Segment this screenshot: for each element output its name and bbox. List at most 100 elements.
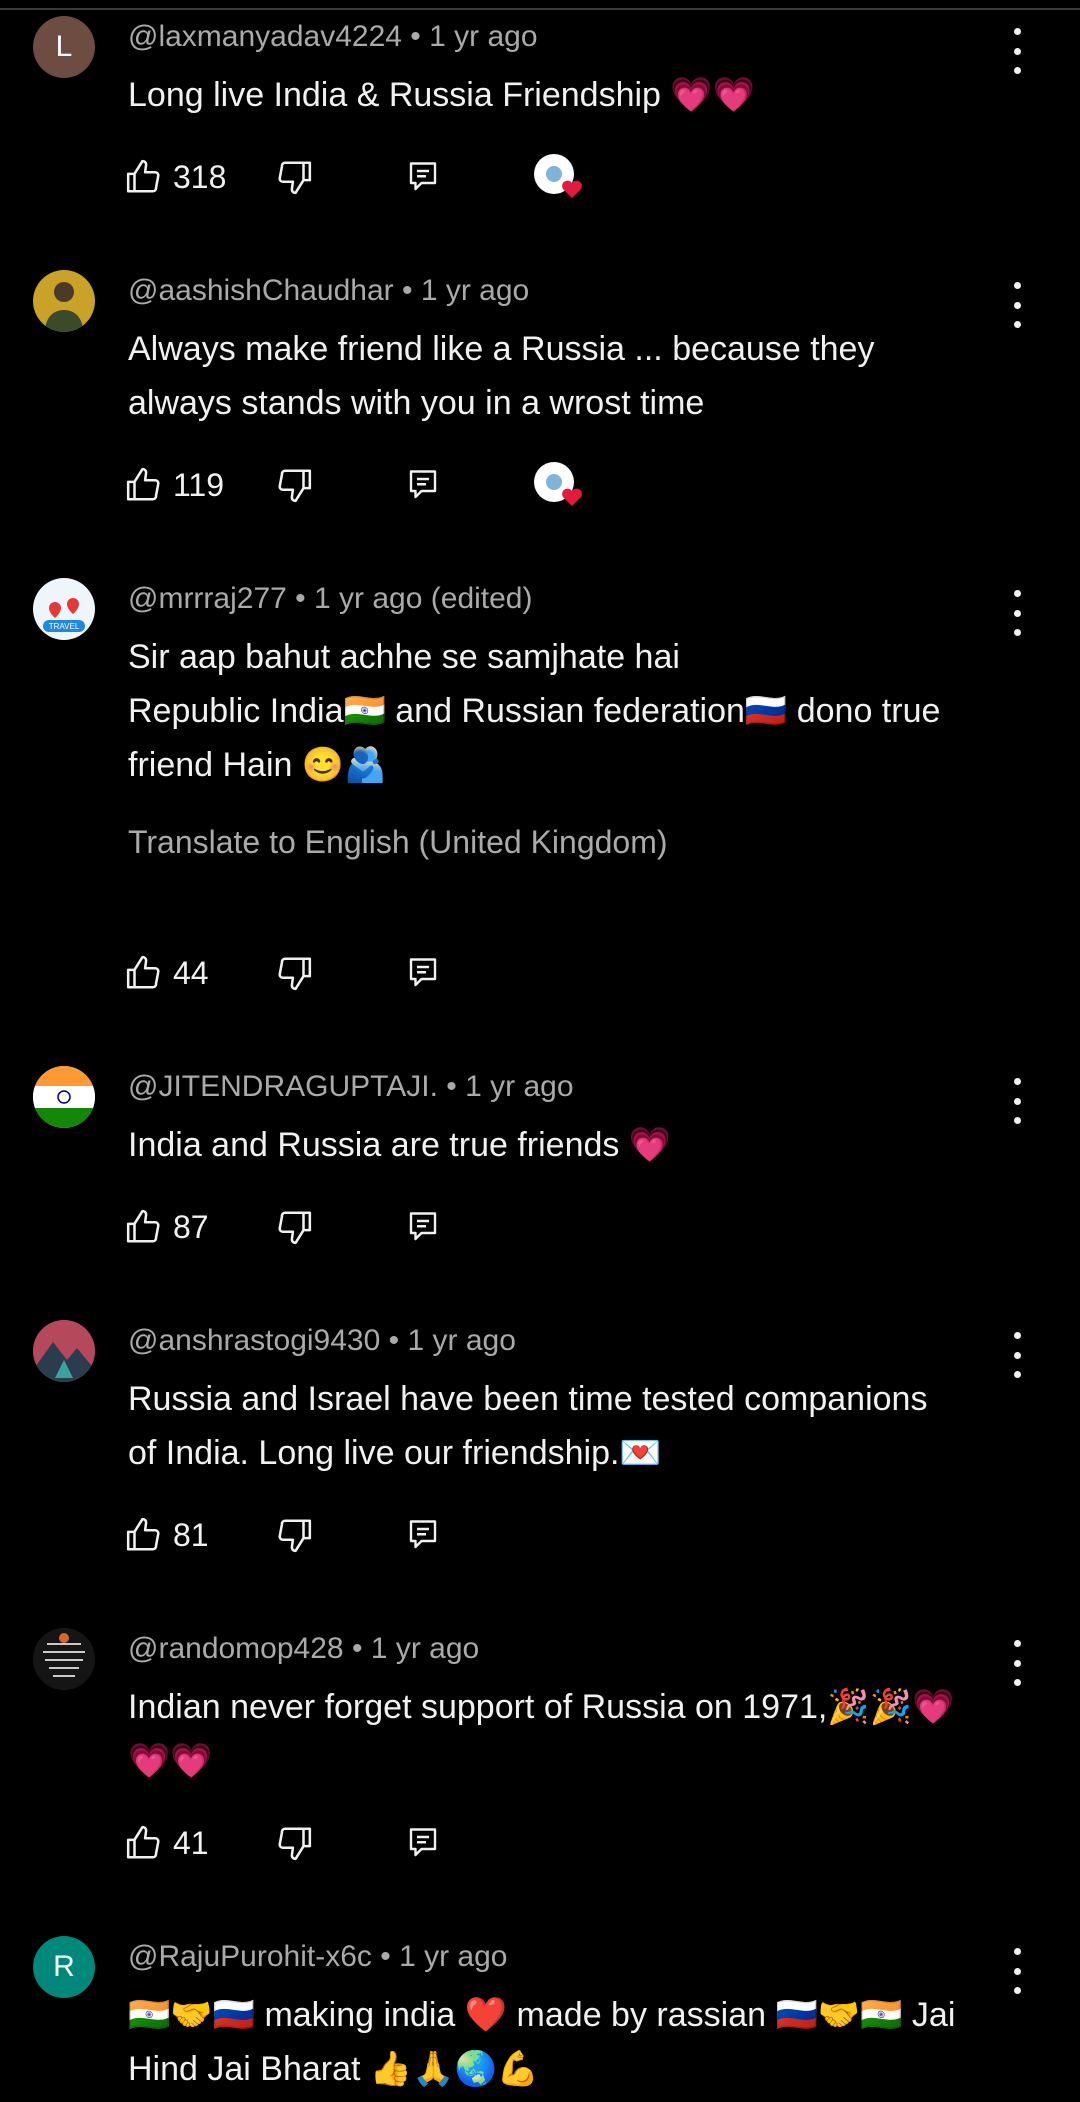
like-button[interactable]: 87	[125, 1202, 209, 1252]
reply-button[interactable]	[405, 948, 441, 998]
like-button[interactable]: 318	[125, 152, 226, 202]
comment-text: Indian never forget support of Russia on…	[128, 1680, 1008, 1788]
edited-label: (edited)	[430, 582, 533, 615]
top-divider	[0, 8, 1080, 10]
comment-text: 🇮🇳🤝🇷🇺 making india ❤️ made by rassian 🇷🇺…	[128, 1988, 1008, 2096]
comment-meta: @RajuPurohit-x6c • 1 yr ago	[128, 1940, 508, 1973]
like-button[interactable]: 119	[125, 460, 224, 510]
thumb-up-icon	[126, 1209, 160, 1243]
thumb-down-icon	[278, 161, 312, 195]
more-vert-icon[interactable]	[1000, 590, 1034, 636]
dislike-button[interactable]	[275, 152, 313, 202]
reply-button[interactable]	[405, 460, 441, 510]
thumb-up-icon	[126, 955, 160, 989]
avatar[interactable]	[33, 1320, 95, 1382]
comment-author[interactable]: @randomop428	[128, 1632, 344, 1665]
like-count: 318	[173, 158, 227, 195]
translate-link[interactable]: Translate to English (United Kingdom)	[128, 824, 668, 861]
dislike-button[interactable]	[275, 1202, 313, 1252]
comment-line: always stands with you in a wrost time	[128, 384, 705, 422]
reply-icon	[409, 1828, 437, 1857]
comment-author[interactable]: @JITENDRAGUPTAJI.	[128, 1070, 438, 1103]
comment-author[interactable]: @anshrastogi9430	[128, 1324, 380, 1357]
thumb-up-icon	[126, 467, 160, 501]
avatar[interactable]	[33, 1628, 95, 1690]
reply-button[interactable]	[405, 1818, 441, 1868]
like-button[interactable]: 41	[125, 1818, 209, 1868]
more-vert-icon[interactable]	[1000, 1332, 1034, 1378]
comment-line: 🇮🇳🤝🇷🇺 making india ❤️ made by rassian 🇷🇺…	[128, 1996, 956, 2034]
comment-actions: 41	[125, 1818, 725, 1868]
comment-line: Hind Jai Bharat 👍🙏🌏💪	[128, 2050, 540, 2088]
comment-time: 1 yr ago	[420, 274, 530, 307]
creator-heart-badge	[533, 460, 583, 510]
comment-author[interactable]: @RajuPurohit-x6c	[128, 1940, 372, 1973]
reply-icon	[409, 1520, 437, 1549]
comment-meta: @mrrraj277 • 1 yr ago (edited)	[128, 582, 533, 615]
more-vert-icon[interactable]	[1000, 28, 1034, 74]
comment-line: Sir aap bahut achhe se samjhate hai	[128, 638, 680, 676]
dislike-button[interactable]	[275, 460, 313, 510]
comment-author[interactable]: @laxmanyadav4224	[128, 20, 402, 53]
thumb-down-icon	[278, 957, 312, 991]
comment-actions: 318	[125, 152, 725, 202]
like-count: 119	[173, 466, 225, 503]
more-vert-icon[interactable]	[1000, 282, 1034, 328]
reply-button[interactable]	[405, 1202, 441, 1252]
comment-author[interactable]: @mrrraj277	[128, 582, 287, 615]
travel-avatar-icon: TRAVEL	[43, 598, 85, 632]
thumb-up-icon	[126, 159, 160, 193]
comment-text: Russia and Israel have been time tested …	[128, 1372, 1008, 1480]
comment-meta: @anshrastogi9430 • 1 yr ago	[128, 1324, 516, 1357]
like-count: 41	[173, 1824, 209, 1861]
comment-actions: 119	[125, 460, 725, 510]
thumb-down-icon	[278, 1211, 312, 1245]
comment-text: India and Russia are true friends 💗	[128, 1118, 1008, 1172]
comment-text: Sir aap bahut achhe se samjhate hai Repu…	[128, 630, 1008, 792]
avatar[interactable]: TRAVEL	[33, 578, 95, 640]
avatar[interactable]: L	[33, 16, 95, 78]
thumb-down-icon	[278, 1827, 312, 1861]
avatar[interactable]	[33, 1066, 95, 1128]
comment-meta: @laxmanyadav4224 • 1 yr ago	[128, 20, 538, 53]
svg-text:TRAVEL: TRAVEL	[49, 622, 80, 631]
mountain-tent-avatar-icon	[33, 1320, 95, 1382]
like-button[interactable]: 81	[125, 1510, 209, 1560]
comment-meta: @aashishChaudhar • 1 yr ago	[128, 274, 530, 307]
dislike-button[interactable]	[275, 1510, 313, 1560]
comment-text: Always make friend like a Russia ... bec…	[128, 322, 1008, 430]
dislike-button[interactable]	[275, 1818, 313, 1868]
more-vert-icon[interactable]	[1000, 1640, 1034, 1686]
comment-meta: @JITENDRAGUPTAJI. • 1 yr ago	[128, 1070, 574, 1103]
thumb-down-icon	[278, 1519, 312, 1553]
avatar-person-icon	[45, 282, 83, 332]
dislike-button[interactable]	[275, 948, 313, 998]
avatar[interactable]: R	[33, 1936, 95, 1998]
comment-line: Indian never forget support of Russia on…	[128, 1688, 955, 1726]
reply-button[interactable]	[405, 152, 441, 202]
more-vert-icon[interactable]	[1000, 1078, 1034, 1124]
thumb-up-icon	[126, 1825, 160, 1859]
reply-icon	[409, 958, 437, 987]
comment-line: of India. Long live our friendship.💌	[128, 1434, 662, 1472]
comment-time: 1 yr ago	[399, 1940, 508, 1973]
thumb-up-icon	[126, 1517, 160, 1551]
reply-button[interactable]	[405, 1510, 441, 1560]
comment-line: Russia and Israel have been time tested …	[128, 1380, 928, 1418]
like-count: 81	[173, 1516, 209, 1553]
avatar-letter: L	[55, 30, 73, 63]
avatar[interactable]	[33, 270, 95, 332]
more-vert-icon[interactable]	[1000, 1948, 1034, 1994]
creator-heart-icon	[534, 462, 582, 506]
like-count: 87	[173, 1208, 209, 1245]
comment-line: Republic India🇮🇳 and Russian federation🇷…	[128, 692, 941, 730]
creator-heart-icon	[534, 154, 582, 198]
comment-meta: @randomop428 • 1 yr ago	[128, 1632, 480, 1665]
thumb-down-icon	[278, 469, 312, 503]
comment-author[interactable]: @aashishChaudhar	[128, 274, 394, 307]
like-button[interactable]: 44	[125, 948, 209, 998]
comment-time: 1 yr ago	[314, 582, 423, 615]
avatar-letter: R	[53, 1950, 75, 1983]
creator-heart-badge	[533, 152, 583, 202]
comment-line: India and Russia are true friends 💗	[128, 1126, 672, 1164]
